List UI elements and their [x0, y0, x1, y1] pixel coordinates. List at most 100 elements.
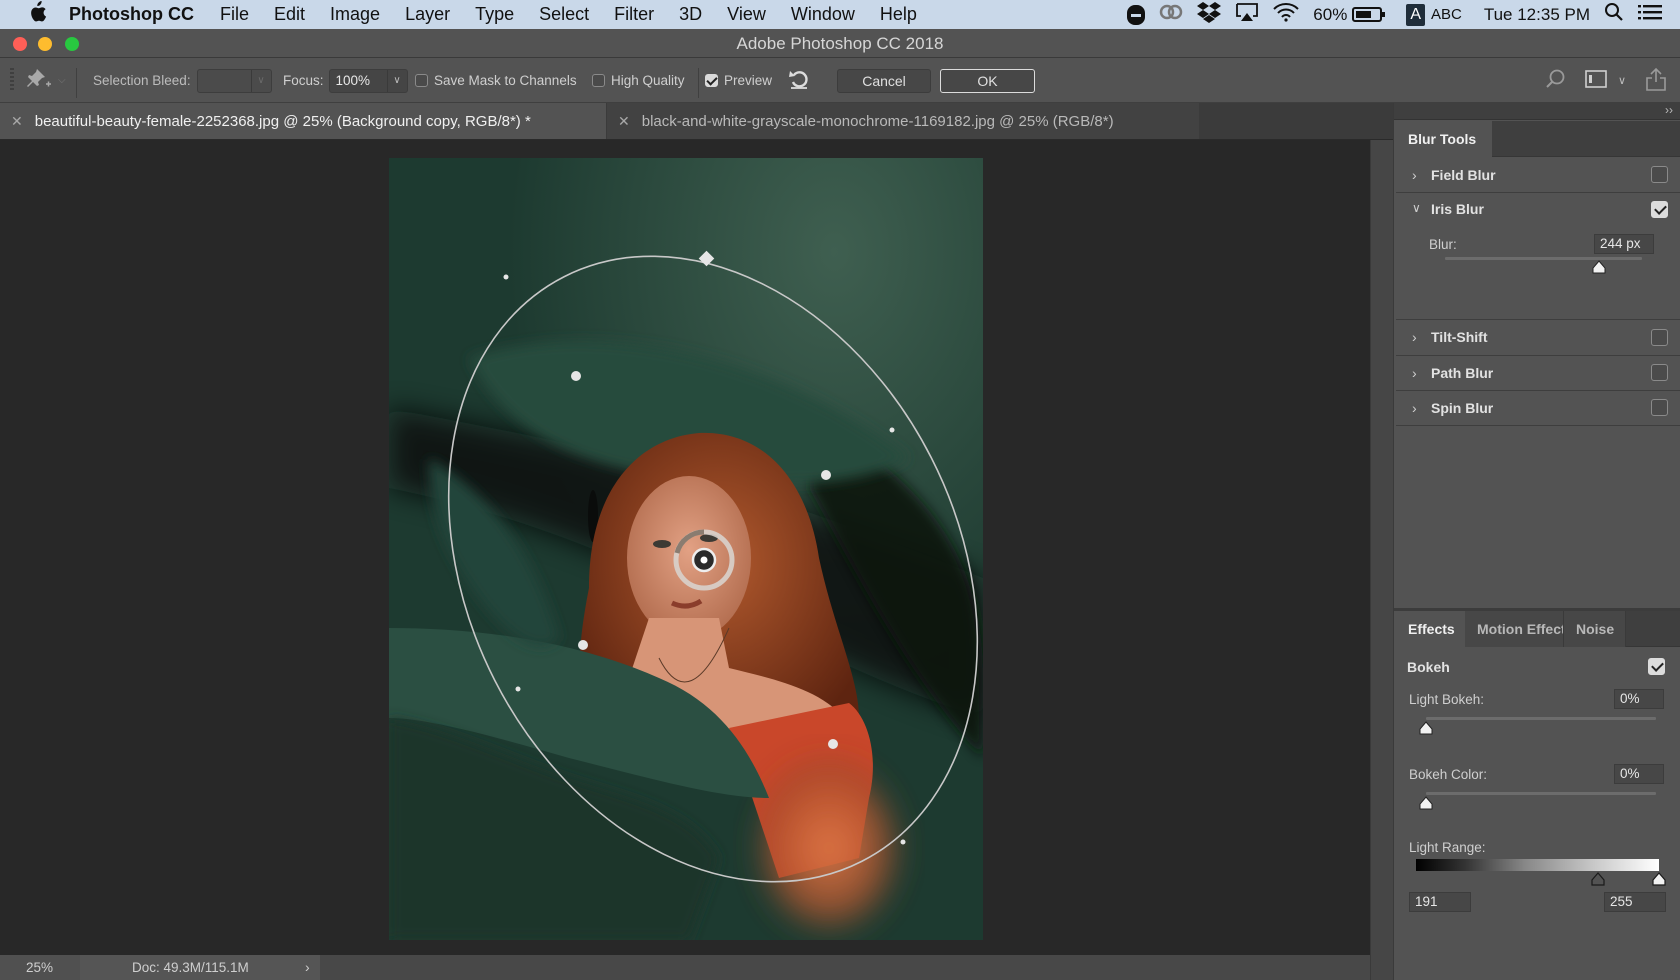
focus-value[interactable]: 100% [330, 73, 387, 88]
document-image[interactable] [389, 158, 983, 940]
chevron-down-icon[interactable]: ∨ [386, 69, 407, 92]
close-tab-icon[interactable]: ✕ [11, 113, 23, 130]
light-range-gradient[interactable] [1416, 859, 1659, 871]
high-quality-checkbox[interactable]: High Quality [592, 58, 685, 103]
doc-size-info[interactable]: Doc: 49.3M/115.1M [80, 955, 320, 980]
menu-select[interactable]: Select [539, 4, 589, 25]
ellipse-handle-left[interactable] [515, 686, 521, 692]
ok-button[interactable]: OK [940, 68, 1035, 93]
light-bokeh-slider[interactable] [1426, 717, 1656, 720]
path-blur-checkbox[interactable] [1651, 364, 1668, 381]
blur-item-spin-blur[interactable]: › Spin Blur [1396, 391, 1680, 426]
tab-blur-tools[interactable]: Blur Tools [1396, 121, 1492, 157]
menu-help[interactable]: Help [880, 4, 917, 25]
chevron-right-icon[interactable]: › [1412, 356, 1417, 390]
panel-collapse-bar[interactable]: ›› [1394, 103, 1680, 120]
search-button[interactable] [1545, 58, 1567, 103]
menu-type[interactable]: Type [475, 4, 514, 25]
light-bokeh-slider-thumb[interactable] [1419, 721, 1433, 735]
preview-checkbox-box[interactable] [705, 74, 718, 87]
ellipse-handle-top-left[interactable] [503, 274, 509, 280]
spin-blur-checkbox[interactable] [1651, 399, 1668, 416]
tab-motion-effects[interactable]: Motion Effect [1465, 611, 1564, 647]
menu-image[interactable]: Image [330, 4, 380, 25]
chevron-right-icon[interactable]: › [1412, 320, 1417, 355]
input-source-menu[interactable]: A ABC [1406, 3, 1462, 26]
notification-center-icon[interactable] [1638, 3, 1662, 26]
creative-cloud-icon[interactable] [1159, 3, 1183, 26]
chevron-down-icon[interactable]: ∨ [1412, 201, 1421, 215]
workspace-switcher[interactable]: ∨ [1585, 58, 1626, 103]
blur-item-path-blur[interactable]: › Path Blur [1396, 356, 1680, 391]
app-menu[interactable]: Photoshop CC [69, 4, 194, 25]
tab-noise[interactable]: Noise [1564, 611, 1626, 647]
selection-bleed-field[interactable]: ∨ [196, 68, 272, 93]
tool-preset-picker[interactable]: ⌵ [26, 58, 66, 103]
chevron-right-icon[interactable]: › [1412, 391, 1417, 425]
skype-status-icon[interactable] [1127, 4, 1146, 25]
menu-edit[interactable]: Edit [274, 4, 305, 25]
blur-amount-slider-thumb[interactable] [1592, 260, 1606, 274]
menu-window[interactable]: Window [791, 4, 855, 25]
save-mask-checkbox[interactable]: Save Mask to Channels [415, 58, 577, 103]
collapse-panels-icon[interactable]: ›› [1665, 103, 1673, 117]
iris-blur-checkbox[interactable] [1651, 201, 1668, 218]
bokeh-color-slider-thumb[interactable] [1419, 796, 1433, 810]
ellipse-handle-bottom-right[interactable] [900, 839, 906, 845]
close-tab-icon[interactable]: ✕ [618, 113, 630, 130]
ellipse-handle-right[interactable] [889, 427, 895, 433]
blur-amount-slider[interactable] [1445, 257, 1642, 260]
tab-effects[interactable]: Effects [1396, 611, 1465, 647]
preview-checkbox[interactable]: Preview [705, 58, 772, 103]
light-range-low-thumb[interactable] [1591, 872, 1605, 886]
bokeh-color-field[interactable]: 0% [1614, 764, 1664, 784]
blur-ring-pin[interactable] [673, 529, 735, 591]
high-quality-checkbox-box[interactable] [592, 74, 605, 87]
cancel-button[interactable]: Cancel [837, 68, 931, 93]
apple-menu-icon[interactable] [27, 0, 53, 29]
options-bar-grip[interactable] [10, 58, 16, 103]
document-tab-bar: ✕ beautiful-beauty-female-2252368.jpg @ … [0, 103, 1393, 140]
blur-item-label[interactable]: Iris Blur [1431, 201, 1484, 217]
airplay-icon[interactable] [1235, 2, 1259, 27]
menu-layer[interactable]: Layer [405, 4, 450, 25]
feather-handle[interactable] [828, 739, 838, 749]
feather-handle[interactable] [571, 371, 581, 381]
zoom-level-field[interactable]: 25% [0, 955, 80, 980]
dropbox-icon[interactable] [1197, 1, 1222, 28]
menu-filter[interactable]: Filter [614, 4, 654, 25]
focus-field[interactable]: 100% ∨ [328, 68, 408, 93]
bokeh-color-slider[interactable] [1426, 792, 1656, 795]
status-menu-arrow[interactable]: › [305, 955, 310, 980]
bokeh-checkbox[interactable] [1648, 658, 1665, 675]
canvas-area[interactable] [0, 140, 1370, 955]
document-tab-active[interactable]: ✕ beautiful-beauty-female-2252368.jpg @ … [0, 103, 606, 139]
document-tab[interactable]: ✕ black-and-white-grayscale-monochrome-1… [607, 103, 1199, 139]
iris-blur-ellipse[interactable] [389, 166, 983, 940]
light-range-high-thumb[interactable] [1652, 872, 1666, 886]
clock[interactable]: Tue 12:35 PM [1484, 5, 1590, 25]
blur-item-field-blur[interactable]: › Field Blur [1396, 158, 1680, 193]
iris-blur-overlay[interactable] [389, 158, 983, 940]
feather-handle[interactable] [821, 470, 831, 480]
canvas-vertical-scrollbar[interactable] [1370, 140, 1393, 980]
wifi-icon[interactable] [1273, 2, 1300, 27]
spotlight-search-icon[interactable] [1604, 2, 1624, 27]
field-blur-checkbox[interactable] [1651, 166, 1668, 183]
menu-view[interactable]: View [727, 4, 766, 25]
reset-button[interactable] [788, 58, 810, 103]
light-bokeh-field[interactable]: 0% [1614, 689, 1664, 709]
menu-3d[interactable]: 3D [679, 4, 702, 25]
light-range-high-field[interactable]: 255 [1604, 892, 1666, 912]
menu-file[interactable]: File [220, 4, 249, 25]
battery-indicator[interactable]: 60% [1313, 5, 1386, 25]
light-range-low-field[interactable]: 191 [1409, 892, 1471, 912]
chevron-right-icon[interactable]: › [1412, 158, 1417, 192]
tilt-shift-checkbox[interactable] [1651, 329, 1668, 346]
save-mask-checkbox-box[interactable] [415, 74, 428, 87]
blur-item-tilt-shift[interactable]: › Tilt-Shift [1396, 320, 1680, 356]
chevron-down-icon[interactable]: ∨ [250, 69, 271, 92]
share-button[interactable] [1645, 58, 1667, 103]
feather-handle[interactable] [578, 640, 588, 650]
blur-amount-field[interactable]: 244 px [1594, 234, 1654, 254]
